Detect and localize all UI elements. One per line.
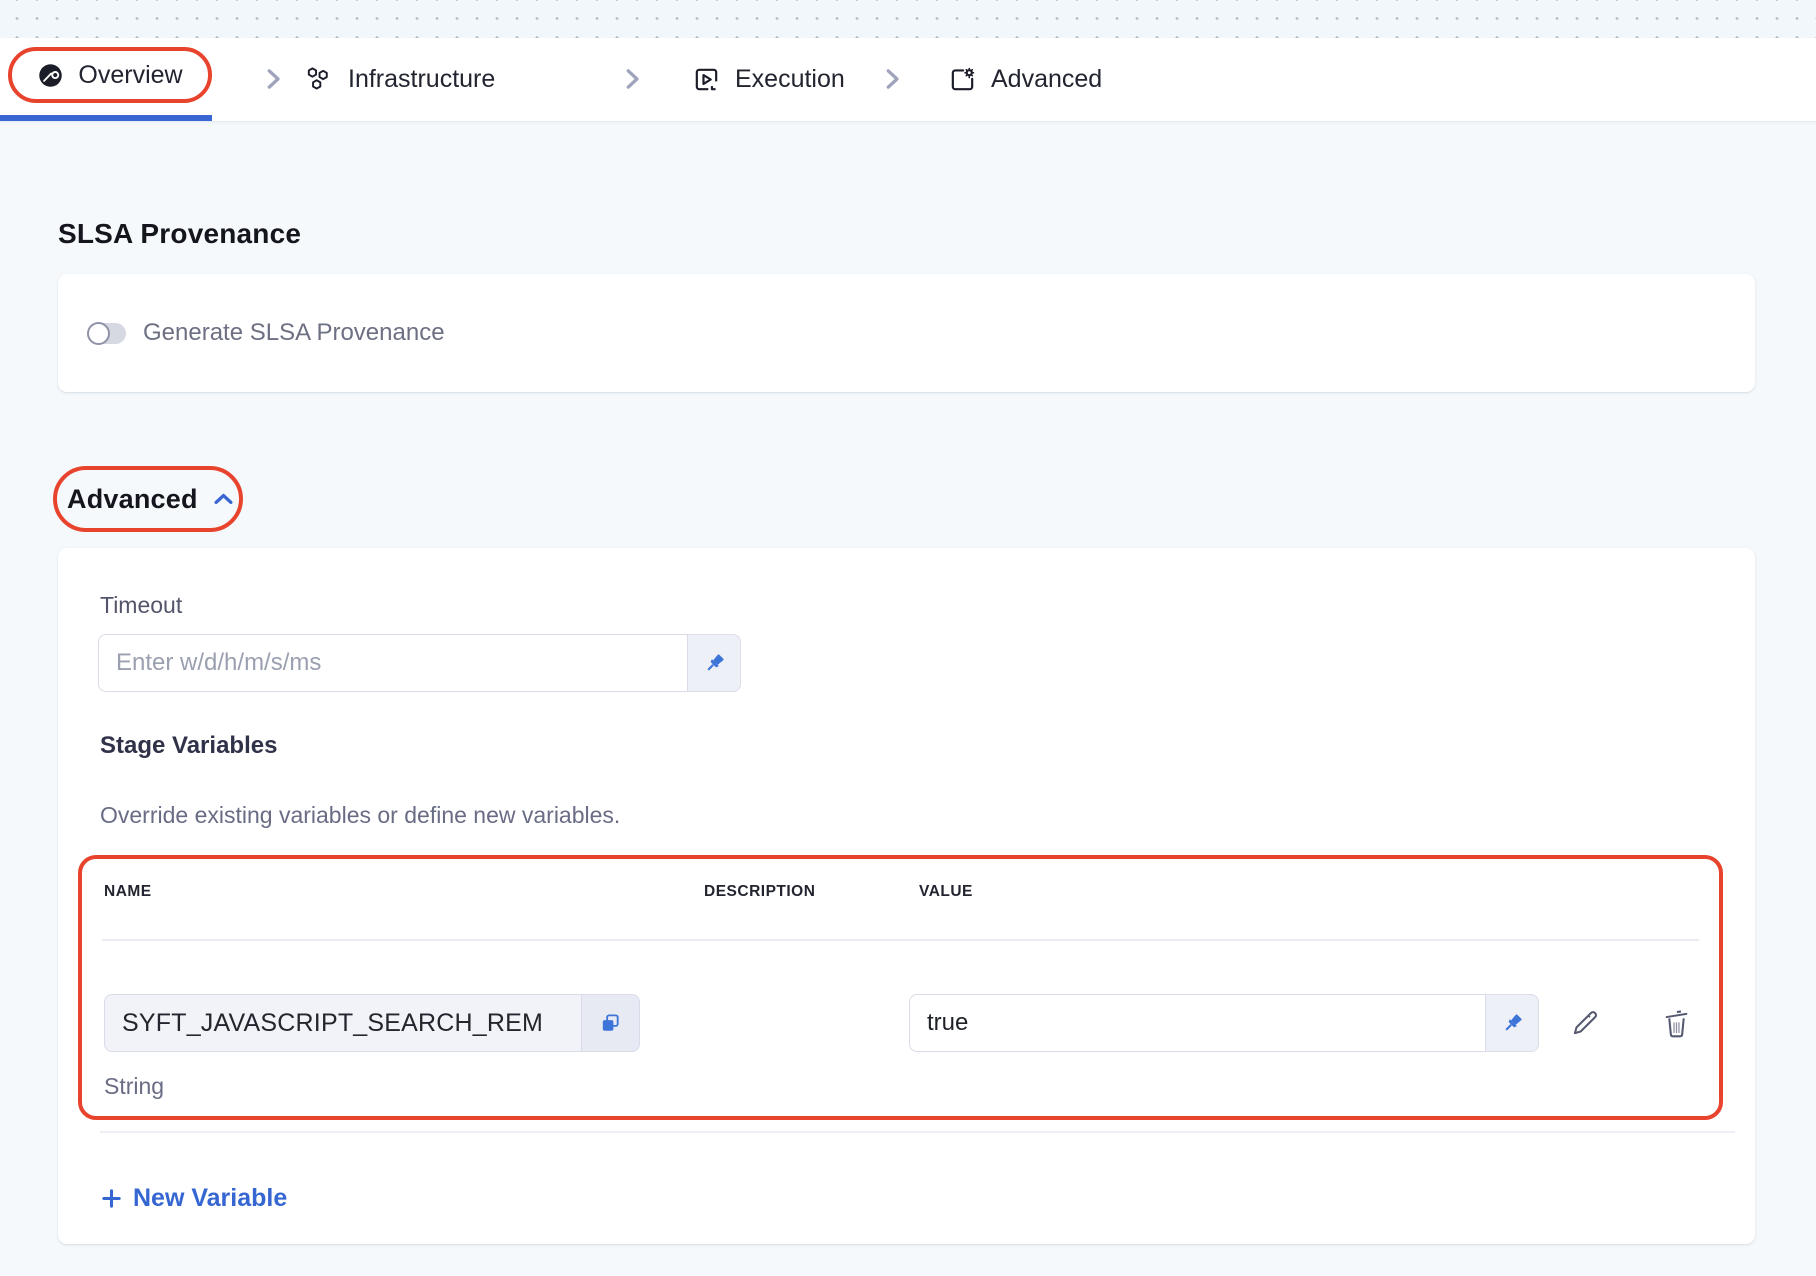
chevron-right-icon (258, 64, 288, 94)
annotation-variables-table: NAME DESCRIPTION VALUE (78, 855, 1723, 1120)
tab-advanced[interactable]: Advanced (948, 61, 1102, 97)
pin-icon (702, 651, 727, 676)
chevron-right-icon (617, 64, 647, 94)
collapse-chevron-up-icon[interactable] (210, 486, 237, 513)
table-header-divider (102, 939, 1699, 941)
delete-variable-button[interactable] (1656, 1003, 1696, 1043)
pencil-icon (1568, 1007, 1601, 1040)
chevron-right-icon (877, 64, 907, 94)
copy-name-button[interactable] (582, 994, 640, 1052)
new-variable-label: New Variable (133, 1184, 287, 1213)
tab-infrastructure[interactable]: Infrastructure (303, 61, 495, 97)
row-divider (100, 1131, 1735, 1133)
toggle-knob (87, 322, 110, 345)
trash-icon (1660, 1007, 1693, 1040)
generate-slsa-toggle[interactable] (88, 323, 126, 344)
slsa-provenance-card: Generate SLSA Provenance (58, 274, 1755, 392)
stage-variables-title: Stage Variables (100, 732, 277, 760)
timeout-pin-button[interactable] (688, 634, 741, 692)
execution-icon (692, 65, 721, 94)
tab-overview[interactable]: Overview (37, 57, 182, 93)
timeout-label: Timeout (100, 592, 182, 619)
new-variable-button[interactable]: New Variable (100, 1184, 287, 1213)
timeout-input[interactable] (98, 634, 688, 692)
pin-icon (1500, 1011, 1525, 1036)
table-row (104, 994, 640, 1052)
tab-infrastructure-label: Infrastructure (348, 65, 495, 94)
copy-icon (599, 1012, 622, 1035)
stage-tab-bar: Overview Infrastructure Execution (0, 38, 1816, 121)
tab-execution-label: Execution (735, 65, 845, 94)
dotted-header-strip (0, 0, 1816, 38)
variable-value-group (909, 994, 1539, 1052)
advanced-section-title: Advanced (67, 484, 198, 515)
generate-slsa-label: Generate SLSA Provenance (143, 319, 445, 347)
column-header-value: VALUE (919, 883, 973, 901)
slsa-provenance-title: SLSA Provenance (58, 218, 301, 250)
tab-execution[interactable]: Execution (692, 61, 845, 97)
variable-type-label: String (104, 1073, 164, 1100)
tab-advanced-label: Advanced (991, 65, 1102, 94)
variable-name-input[interactable] (104, 994, 582, 1052)
value-pin-button[interactable] (1486, 994, 1539, 1052)
variable-value-input[interactable] (909, 994, 1486, 1052)
advanced-section-card: Timeout Stage Variables Override existin… (58, 548, 1755, 1244)
advanced-gear-icon (948, 65, 977, 94)
tab-overview-label: Overview (78, 61, 182, 90)
annotation-overview-tab: Overview (8, 47, 212, 103)
plus-icon (100, 1187, 123, 1210)
column-header-name: NAME (104, 883, 152, 901)
annotation-advanced-heading: Advanced (53, 466, 243, 532)
stage-variables-description: Override existing variables or define ne… (100, 802, 620, 829)
edit-variable-button[interactable] (1564, 1003, 1604, 1043)
column-header-description: DESCRIPTION (704, 883, 815, 901)
active-tab-underline (0, 115, 212, 121)
overview-icon (37, 62, 64, 89)
infrastructure-icon (303, 64, 334, 95)
